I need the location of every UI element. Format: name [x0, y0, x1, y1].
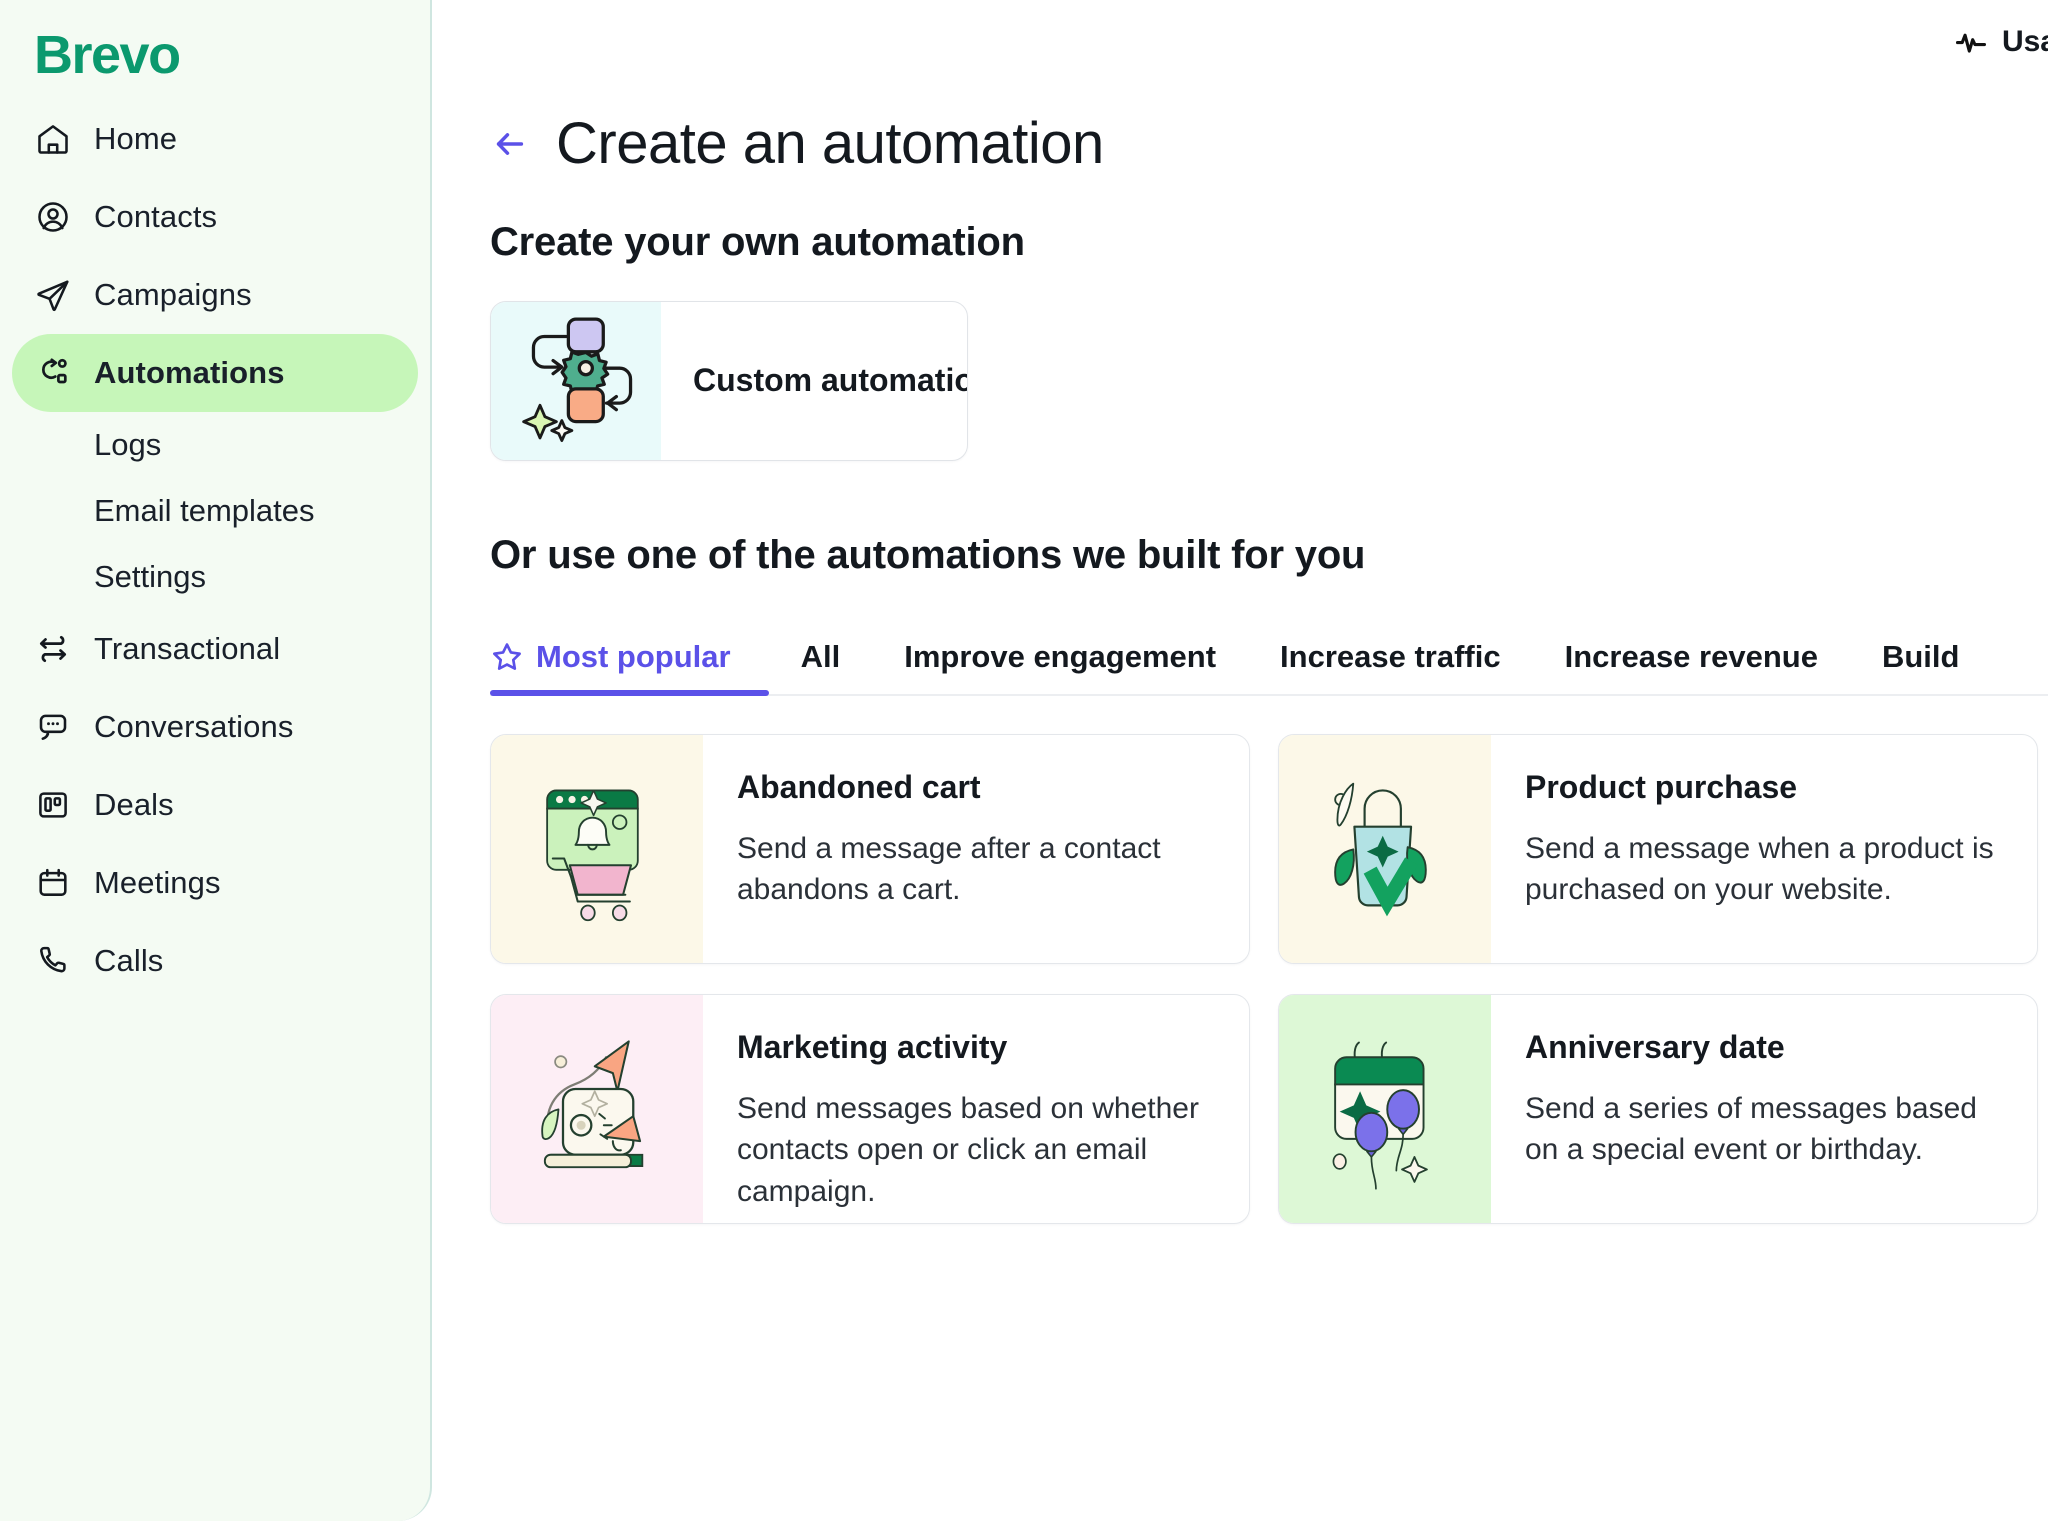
paper-plane-icon	[34, 276, 72, 314]
automation-card-thumbnail	[491, 734, 703, 963]
sidebar-item-transactional[interactable]: Transactional	[12, 610, 418, 688]
tab-label: All	[800, 638, 841, 674]
page-header: Create an automation	[490, 112, 2048, 176]
sidebar-subitem-label: Settings	[94, 559, 207, 594]
sidebar-item-label: Campaigns	[94, 277, 252, 312]
automation-card-thumbnail	[1279, 734, 1491, 963]
sidebar-item-contacts[interactable]: Contacts	[12, 178, 418, 256]
automation-card-marketing-activity[interactable]: Marketing activity Send messages based o…	[490, 993, 1250, 1224]
automation-card-thumbnail	[1279, 994, 1491, 1223]
marketing-activity-illustration	[527, 1021, 667, 1196]
tab-label: Build	[1881, 638, 1960, 674]
sidebar-item-conversations[interactable]: Conversations	[12, 688, 418, 766]
sidebar: Brevo Home Contacts Campaigns Automation…	[0, 0, 432, 1521]
automation-card-description: Send a series of messages based on a spe…	[1525, 1091, 1977, 1167]
board-columns-icon	[34, 786, 72, 824]
tab-all[interactable]: All	[769, 620, 873, 694]
automation-card-title: Abandoned cart	[737, 768, 981, 805]
chat-bubble-icon	[34, 708, 72, 746]
automation-card-body: Product purchase Send a message when a p…	[1491, 735, 2037, 963]
abandoned-cart-illustration	[527, 761, 667, 936]
tabs-list: Most popular All Improve engagement Incr…	[490, 620, 2048, 696]
sidebar-item-meetings[interactable]: Meetings	[12, 844, 418, 922]
sidebar-item-automations[interactable]: Automations	[12, 334, 418, 412]
custom-automation-title: Custom automation	[693, 362, 968, 399]
tab-build[interactable]: Build	[1850, 620, 1992, 694]
sidebar-item-label: Contacts	[94, 199, 218, 234]
phone-icon	[34, 942, 72, 980]
tab-label: Increase traffic	[1280, 638, 1501, 674]
app-root: Brevo Home Contacts Campaigns Automation…	[0, 0, 2048, 1521]
sidebar-item-label: Transactional	[94, 631, 281, 666]
automation-flow-icon	[34, 354, 72, 392]
automation-card-title: Anniversary date	[1525, 1028, 1785, 1065]
sidebar-item-label: Deals	[94, 787, 174, 822]
calendar-icon	[34, 864, 72, 902]
anniversary-date-illustration	[1315, 1021, 1455, 1196]
sidebar-subitem-label: Logs	[94, 427, 162, 462]
automation-card-thumbnail	[491, 994, 703, 1223]
automation-card-product-purchase[interactable]: Product purchase Send a message when a p…	[1278, 733, 2038, 964]
star-icon	[490, 640, 524, 674]
page-title: Create an automation	[556, 111, 1104, 176]
automation-card-body: Marketing activity Send messages based o…	[703, 995, 1249, 1223]
automation-card-description: Send a message after a contact abandons …	[737, 831, 1161, 907]
sidebar-nav: Home Contacts Campaigns Automations Logs…	[0, 100, 430, 1000]
sidebar-item-deals[interactable]: Deals	[12, 766, 418, 844]
sidebar-item-label: Conversations	[94, 709, 294, 744]
automation-card-anniversary-date[interactable]: Anniversary date Send a series of messag…	[1278, 993, 2038, 1224]
page-content: Create an automation Create your own aut…	[432, 0, 2048, 1224]
tab-increase-traffic[interactable]: Increase traffic	[1248, 620, 1533, 694]
custom-automation-card[interactable]: Custom automation	[490, 300, 968, 461]
sidebar-item-label: Calls	[94, 943, 164, 978]
automation-card-description: Send messages based on whether contacts …	[737, 1091, 1199, 1208]
sidebar-subitem-logs[interactable]: Logs	[12, 412, 418, 478]
arrow-left-icon[interactable]	[490, 124, 530, 164]
automation-card-title: Product purchase	[1525, 768, 1798, 805]
custom-automation-illustration	[516, 312, 636, 449]
automation-card-body: Abandoned cart Send a message after a co…	[703, 735, 1249, 963]
home-icon	[34, 120, 72, 158]
tab-label: Improve engagement	[904, 638, 1217, 674]
sidebar-item-label: Meetings	[94, 865, 221, 900]
sidebar-item-calls[interactable]: Calls	[12, 922, 418, 1000]
tab-label: Increase revenue	[1564, 638, 1818, 674]
user-circle-icon	[34, 198, 72, 236]
automation-card-abandoned-cart[interactable]: Abandoned cart Send a message after a co…	[490, 733, 1250, 964]
exchange-arrows-icon	[34, 630, 72, 668]
sidebar-subitem-label: Email templates	[94, 493, 315, 528]
custom-automation-body: Custom automation	[661, 302, 968, 460]
brand-logo-container[interactable]: Brevo	[0, 0, 430, 92]
automation-card-title: Marketing activity	[737, 1028, 1008, 1065]
sidebar-subitem-settings[interactable]: Settings	[12, 544, 418, 610]
tab-label: Most popular	[536, 638, 731, 674]
brevo-logo: Brevo	[34, 25, 181, 85]
product-purchase-illustration	[1315, 761, 1455, 936]
sidebar-subitem-email-templates[interactable]: Email templates	[12, 478, 418, 544]
section-title-create-own: Create your own automation	[490, 219, 1025, 264]
automation-cards-grid: Abandoned cart Send a message after a co…	[490, 733, 2048, 1224]
tab-improve-engagement[interactable]: Improve engagement	[872, 620, 1248, 694]
section-title-builtin: Or use one of the automations we built f…	[490, 532, 1366, 577]
tab-most-popular[interactable]: Most popular	[490, 620, 769, 696]
sidebar-item-home[interactable]: Home	[12, 100, 418, 178]
automation-card-body: Anniversary date Send a series of messag…	[1491, 995, 2037, 1223]
automation-card-description: Send a message when a product is purchas…	[1525, 831, 1994, 907]
tabs-container: Most popular All Improve engagement Incr…	[490, 620, 2048, 696]
custom-automation-thumbnail	[491, 301, 661, 460]
sidebar-item-campaigns[interactable]: Campaigns	[12, 256, 418, 334]
sidebar-item-label: Home	[94, 121, 178, 156]
sidebar-item-label: Automations	[94, 355, 285, 390]
tab-increase-revenue[interactable]: Increase revenue	[1533, 620, 1850, 694]
main-content: Usage Create an automation Create your o…	[432, 0, 2048, 1521]
